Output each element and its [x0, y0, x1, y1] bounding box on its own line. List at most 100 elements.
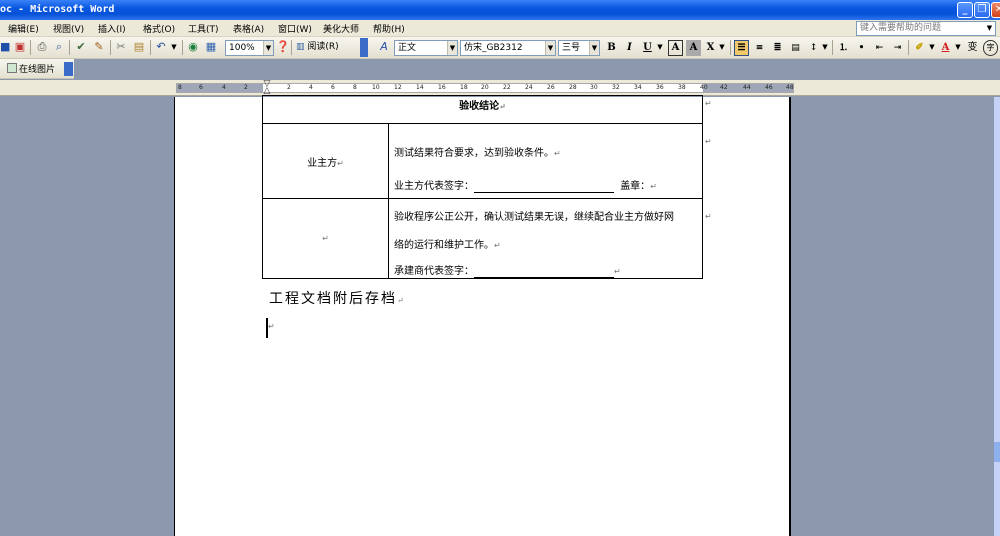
- ruler-tick-label: 34: [634, 84, 642, 91]
- ruler-tick-label: 38: [678, 84, 686, 91]
- char-border-button[interactable]: A: [668, 40, 683, 56]
- maximize-button[interactable]: ❐: [974, 2, 990, 18]
- help-search-input[interactable]: 键入需要帮助的问题 ▼: [856, 21, 996, 36]
- archive-note-text: 工程文档附后存档: [269, 291, 397, 307]
- char-shade-button[interactable]: A: [686, 40, 701, 56]
- table-cell-contractor-label[interactable]: ↵: [262, 198, 389, 279]
- ruler-margin-left: [177, 84, 263, 92]
- font-select[interactable]: 仿宋_GB2312 ▼: [460, 40, 556, 56]
- style-value: 正文: [398, 43, 417, 53]
- zoom-value: 100%: [229, 43, 255, 53]
- help-icon[interactable]: ❓: [276, 39, 290, 55]
- menu-edit[interactable]: 编辑(E): [8, 22, 39, 35]
- ruler-tick-label: 46: [765, 84, 773, 91]
- title-bar: oc - Microsoft Word _ ❐ ✕: [0, 0, 1000, 20]
- standard-toolbar: ■ ▣ ⎙ ⌕ ✔ ✎ ✂ ▤ ↶ ▼ ◉ ▦ 100% ▼ ❓ ▥ 阅读(R)…: [0, 37, 1000, 59]
- print-preview-icon[interactable]: ⌕: [52, 39, 66, 55]
- zoom-select[interactable]: 100% ▼: [225, 40, 274, 56]
- chevron-down-icon[interactable]: ▼: [928, 39, 936, 55]
- enclose-char-button[interactable]: 字: [983, 40, 998, 56]
- decrease-indent-icon[interactable]: ⇤: [872, 40, 887, 56]
- owner-signature-label: 业主方代表签字：: [394, 181, 474, 192]
- hyperlink-icon[interactable]: ◉: [186, 39, 200, 55]
- chevron-down-icon[interactable]: ▼: [821, 39, 829, 55]
- chevron-down-icon[interactable]: ▼: [656, 39, 664, 55]
- menu-format[interactable]: 格式(O): [143, 22, 175, 35]
- acceptance-table[interactable]: 验收结论↵ 业主方↵ 测试结果符合要求，达到验收条件。↵ 业主方代表签字： 盖章…: [262, 95, 703, 279]
- print-icon[interactable]: ⎙: [35, 39, 49, 55]
- menu-table[interactable]: 表格(A): [233, 22, 264, 35]
- chevron-down-icon[interactable]: ▼: [545, 41, 555, 55]
- research-icon[interactable]: ✎: [92, 39, 106, 55]
- align-justify-button[interactable]: ☰: [734, 40, 749, 56]
- toolbar-separator: [291, 40, 292, 55]
- paragraph-mark: ↵: [494, 241, 501, 250]
- chevron-down-icon[interactable]: ▼: [985, 23, 994, 34]
- numbering-icon[interactable]: ⒈: [836, 40, 851, 56]
- table-header-cell[interactable]: 验收结论↵: [262, 95, 703, 124]
- contractor-signature-field[interactable]: [474, 266, 614, 278]
- table-cell-owner-label[interactable]: 业主方↵: [262, 123, 389, 199]
- ruler-tick-label: 42: [720, 84, 728, 91]
- font-color-button[interactable]: A: [938, 40, 953, 56]
- ruler-tick-label: 26: [547, 84, 555, 91]
- archive-note[interactable]: 工程文档附后存档↵: [269, 288, 406, 308]
- menu-view[interactable]: 视图(V): [53, 22, 84, 35]
- distribute-button[interactable]: ▤: [788, 40, 803, 56]
- toolbar-options-icon[interactable]: [64, 62, 73, 76]
- chevron-down-icon[interactable]: ▼: [263, 41, 273, 55]
- ruler-tick-label: 18: [460, 84, 468, 91]
- menu-window[interactable]: 窗口(W): [278, 22, 312, 35]
- char-scale-button[interactable]: X: [703, 40, 718, 56]
- contractor-text-line-1: 验收程序公正公开，确认测试结果无误，继续配合业主方做好网: [394, 212, 674, 223]
- owner-signature-field[interactable]: [474, 181, 614, 193]
- align-center-button[interactable]: ≡: [752, 40, 767, 56]
- ruler-tick-label: 28: [569, 84, 577, 91]
- permission-icon[interactable]: ▣: [13, 39, 27, 55]
- chevron-down-icon[interactable]: ▼: [589, 41, 599, 55]
- chevron-down-icon[interactable]: ▼: [718, 39, 726, 55]
- menu-beautify[interactable]: 美化大师: [323, 22, 359, 35]
- font-size-value: 三号: [562, 43, 581, 53]
- paste-icon[interactable]: ▤: [132, 39, 146, 55]
- row-end-mark: ↵: [705, 99, 712, 108]
- menu-help[interactable]: 帮助(H): [373, 22, 405, 35]
- online-pictures-button[interactable]: 在线图片: [7, 62, 55, 75]
- undo-icon[interactable]: ↶: [154, 39, 168, 55]
- align-right-button[interactable]: ≣: [770, 40, 785, 56]
- highlight-icon[interactable]: ✐: [912, 40, 927, 56]
- underline-button[interactable]: U: [640, 40, 655, 56]
- phonetic-guide-button[interactable]: 变: [965, 40, 980, 56]
- menu-tools[interactable]: 工具(T): [188, 22, 219, 35]
- vertical-scrollbar[interactable]: [994, 97, 1000, 536]
- table-header: 验收结论: [459, 101, 500, 112]
- table-cell-owner-content[interactable]: 测试结果符合要求，达到验收条件。↵ 业主方代表签字： 盖章：↵: [388, 123, 703, 199]
- line-spacing-button[interactable]: ↕: [806, 40, 821, 56]
- chevron-down-icon[interactable]: ▼: [170, 39, 178, 55]
- toolbar-separator: [150, 40, 151, 55]
- table-icon[interactable]: ▦: [204, 39, 218, 55]
- owner-label: 业主方: [307, 157, 338, 169]
- table-cell-contractor-content[interactable]: 验收程序公正公开，确认测试结果无误，继续配合业主方做好网 络的运行和维护工作。↵…: [388, 198, 703, 279]
- increase-indent-icon[interactable]: ⇥: [890, 40, 905, 56]
- spelling-icon[interactable]: ✔: [74, 39, 88, 55]
- toolbar-grip[interactable]: [360, 38, 368, 57]
- horizontal-ruler[interactable]: 8 6 4 2 2 4 6 8 10 12 14 16 18 20 22 24 26 28 30 32 34 36 38 40…: [0, 80, 1000, 96]
- italic-button[interactable]: I: [622, 40, 637, 56]
- cut-icon[interactable]: ✂: [114, 39, 128, 55]
- save-icon[interactable]: ■: [0, 39, 10, 55]
- ruler-tick-label: 40: [700, 84, 708, 91]
- read-mode-button[interactable]: ▥ 阅读(R): [296, 39, 352, 55]
- bullets-icon[interactable]: •: [854, 40, 869, 56]
- style-select[interactable]: 正文 ▼: [394, 40, 458, 56]
- menu-insert[interactable]: 插入(I): [98, 22, 126, 35]
- indent-marker-icon[interactable]: ▽ △: [262, 80, 272, 96]
- chevron-down-icon[interactable]: ▼: [447, 41, 457, 55]
- styles-icon[interactable]: A: [376, 39, 392, 55]
- bold-button[interactable]: B: [604, 40, 619, 56]
- scrollbar-thumb[interactable]: [994, 442, 1000, 462]
- close-button[interactable]: ✕: [991, 2, 1000, 18]
- chevron-down-icon[interactable]: ▼: [954, 39, 962, 55]
- font-size-select[interactable]: 三号 ▼: [558, 40, 600, 56]
- minimize-button[interactable]: _: [957, 2, 973, 18]
